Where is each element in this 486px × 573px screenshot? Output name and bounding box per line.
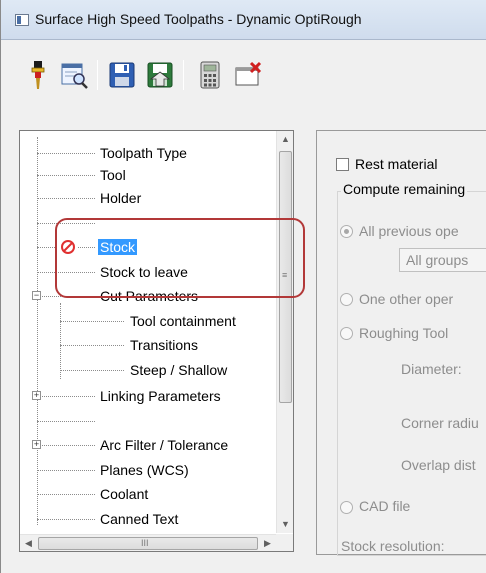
tree-item-linking-parameters[interactable]: Linking Parameters	[100, 386, 221, 406]
tree-connector	[37, 519, 95, 520]
toolbar	[17, 50, 486, 100]
rest-material-label: Rest material	[355, 156, 438, 172]
horizontal-scrollbar[interactable]: ◀ III ▶	[20, 534, 276, 551]
calculator-icon[interactable]	[193, 58, 227, 92]
expand-icon[interactable]: +	[32, 391, 41, 400]
collapse-icon[interactable]: −	[32, 291, 41, 300]
tree-connector	[60, 370, 124, 371]
diameter-label: Diameter:	[401, 361, 462, 377]
scroll-right-arrow-icon[interactable]: ▶	[259, 535, 276, 552]
vertical-scrollbar[interactable]: ▲ ≡ ▼	[276, 131, 293, 533]
tree-connector	[37, 153, 95, 154]
tree-connector	[37, 421, 95, 422]
overlap-distance-label: Overlap dist	[401, 457, 476, 473]
corner-radius-label: Corner radiu	[401, 415, 479, 431]
toolbar-separator	[183, 60, 184, 90]
scroll-down-arrow-icon[interactable]: ▼	[277, 516, 294, 533]
parameter-tree[interactable]: Toolpath Type Tool Holder Stock Stock to…	[19, 130, 294, 552]
tree-trunk-line	[37, 137, 38, 525]
tree-connector	[37, 247, 57, 248]
one-other-radio[interactable]	[340, 293, 353, 306]
tree-connector	[42, 445, 95, 446]
compute-remaining-label: Compute remaining	[341, 181, 468, 197]
horizontal-scroll-thumb[interactable]: III	[38, 537, 258, 550]
app-icon	[15, 14, 29, 26]
all-previous-radio[interactable]	[340, 225, 353, 238]
annotation-highlight	[55, 218, 305, 298]
toolbar-separator	[97, 60, 98, 90]
tree-item-tool-containment[interactable]: Tool containment	[130, 311, 236, 331]
tree-item-canned-text[interactable]: Canned Text	[100, 509, 178, 529]
view-sheet-icon[interactable]	[57, 58, 91, 92]
tree-item-steep-shallow[interactable]: Steep / Shallow	[130, 360, 227, 380]
cad-file-radio[interactable]	[340, 501, 353, 514]
close-sheet-icon[interactable]	[231, 58, 265, 92]
tree-item-planes[interactable]: Planes (WCS)	[100, 460, 189, 480]
stock-resolution-label: Stock resolution:	[341, 538, 445, 554]
tree-item-arc-filter[interactable]: Arc Filter / Tolerance	[100, 435, 228, 455]
tree-item-holder[interactable]: Holder	[100, 188, 141, 208]
tree-connector	[60, 345, 124, 346]
tree-connector	[37, 198, 95, 199]
cad-file-label: CAD file	[359, 498, 411, 514]
tree-connector	[42, 396, 95, 397]
tree-item-transitions[interactable]: Transitions	[130, 335, 198, 355]
save-icon[interactable]	[105, 58, 139, 92]
expand-icon[interactable]: +	[32, 440, 41, 449]
rest-material-checkbox[interactable]	[336, 158, 349, 171]
load-icon[interactable]	[143, 58, 177, 92]
roughing-tool-label: Roughing Tool	[359, 325, 449, 341]
grip-label: III	[141, 538, 149, 548]
scroll-left-arrow-icon[interactable]: ◀	[20, 535, 37, 552]
window-title: Surface High Speed Toolpaths - Dynamic O…	[35, 11, 362, 27]
all-previous-label: All previous ope	[359, 223, 459, 239]
groups-dropdown[interactable]: All groups	[399, 248, 486, 272]
scroll-corner	[276, 534, 293, 551]
tool-icon[interactable]	[21, 58, 55, 92]
settings-panel: Rest material Compute remaining All prev…	[316, 130, 486, 556]
one-other-label: One other oper	[359, 291, 454, 307]
tree-connector	[60, 321, 124, 322]
tree-connector	[37, 470, 95, 471]
scroll-up-arrow-icon[interactable]: ▲	[277, 131, 294, 148]
dialog-window: Surface High Speed Toolpaths - Dynamic O…	[0, 0, 486, 573]
title-bar[interactable]: Surface High Speed Toolpaths - Dynamic O…	[1, 0, 486, 40]
tree-item-tool[interactable]: Tool	[100, 165, 126, 185]
tree-connector	[37, 175, 95, 176]
tree-connector	[37, 494, 95, 495]
tree-item-coolant[interactable]: Coolant	[100, 484, 148, 504]
roughing-tool-radio[interactable]	[340, 327, 353, 340]
tree-item-toolpath-type[interactable]: Toolpath Type	[100, 143, 187, 163]
tree-branch-line	[60, 303, 61, 379]
